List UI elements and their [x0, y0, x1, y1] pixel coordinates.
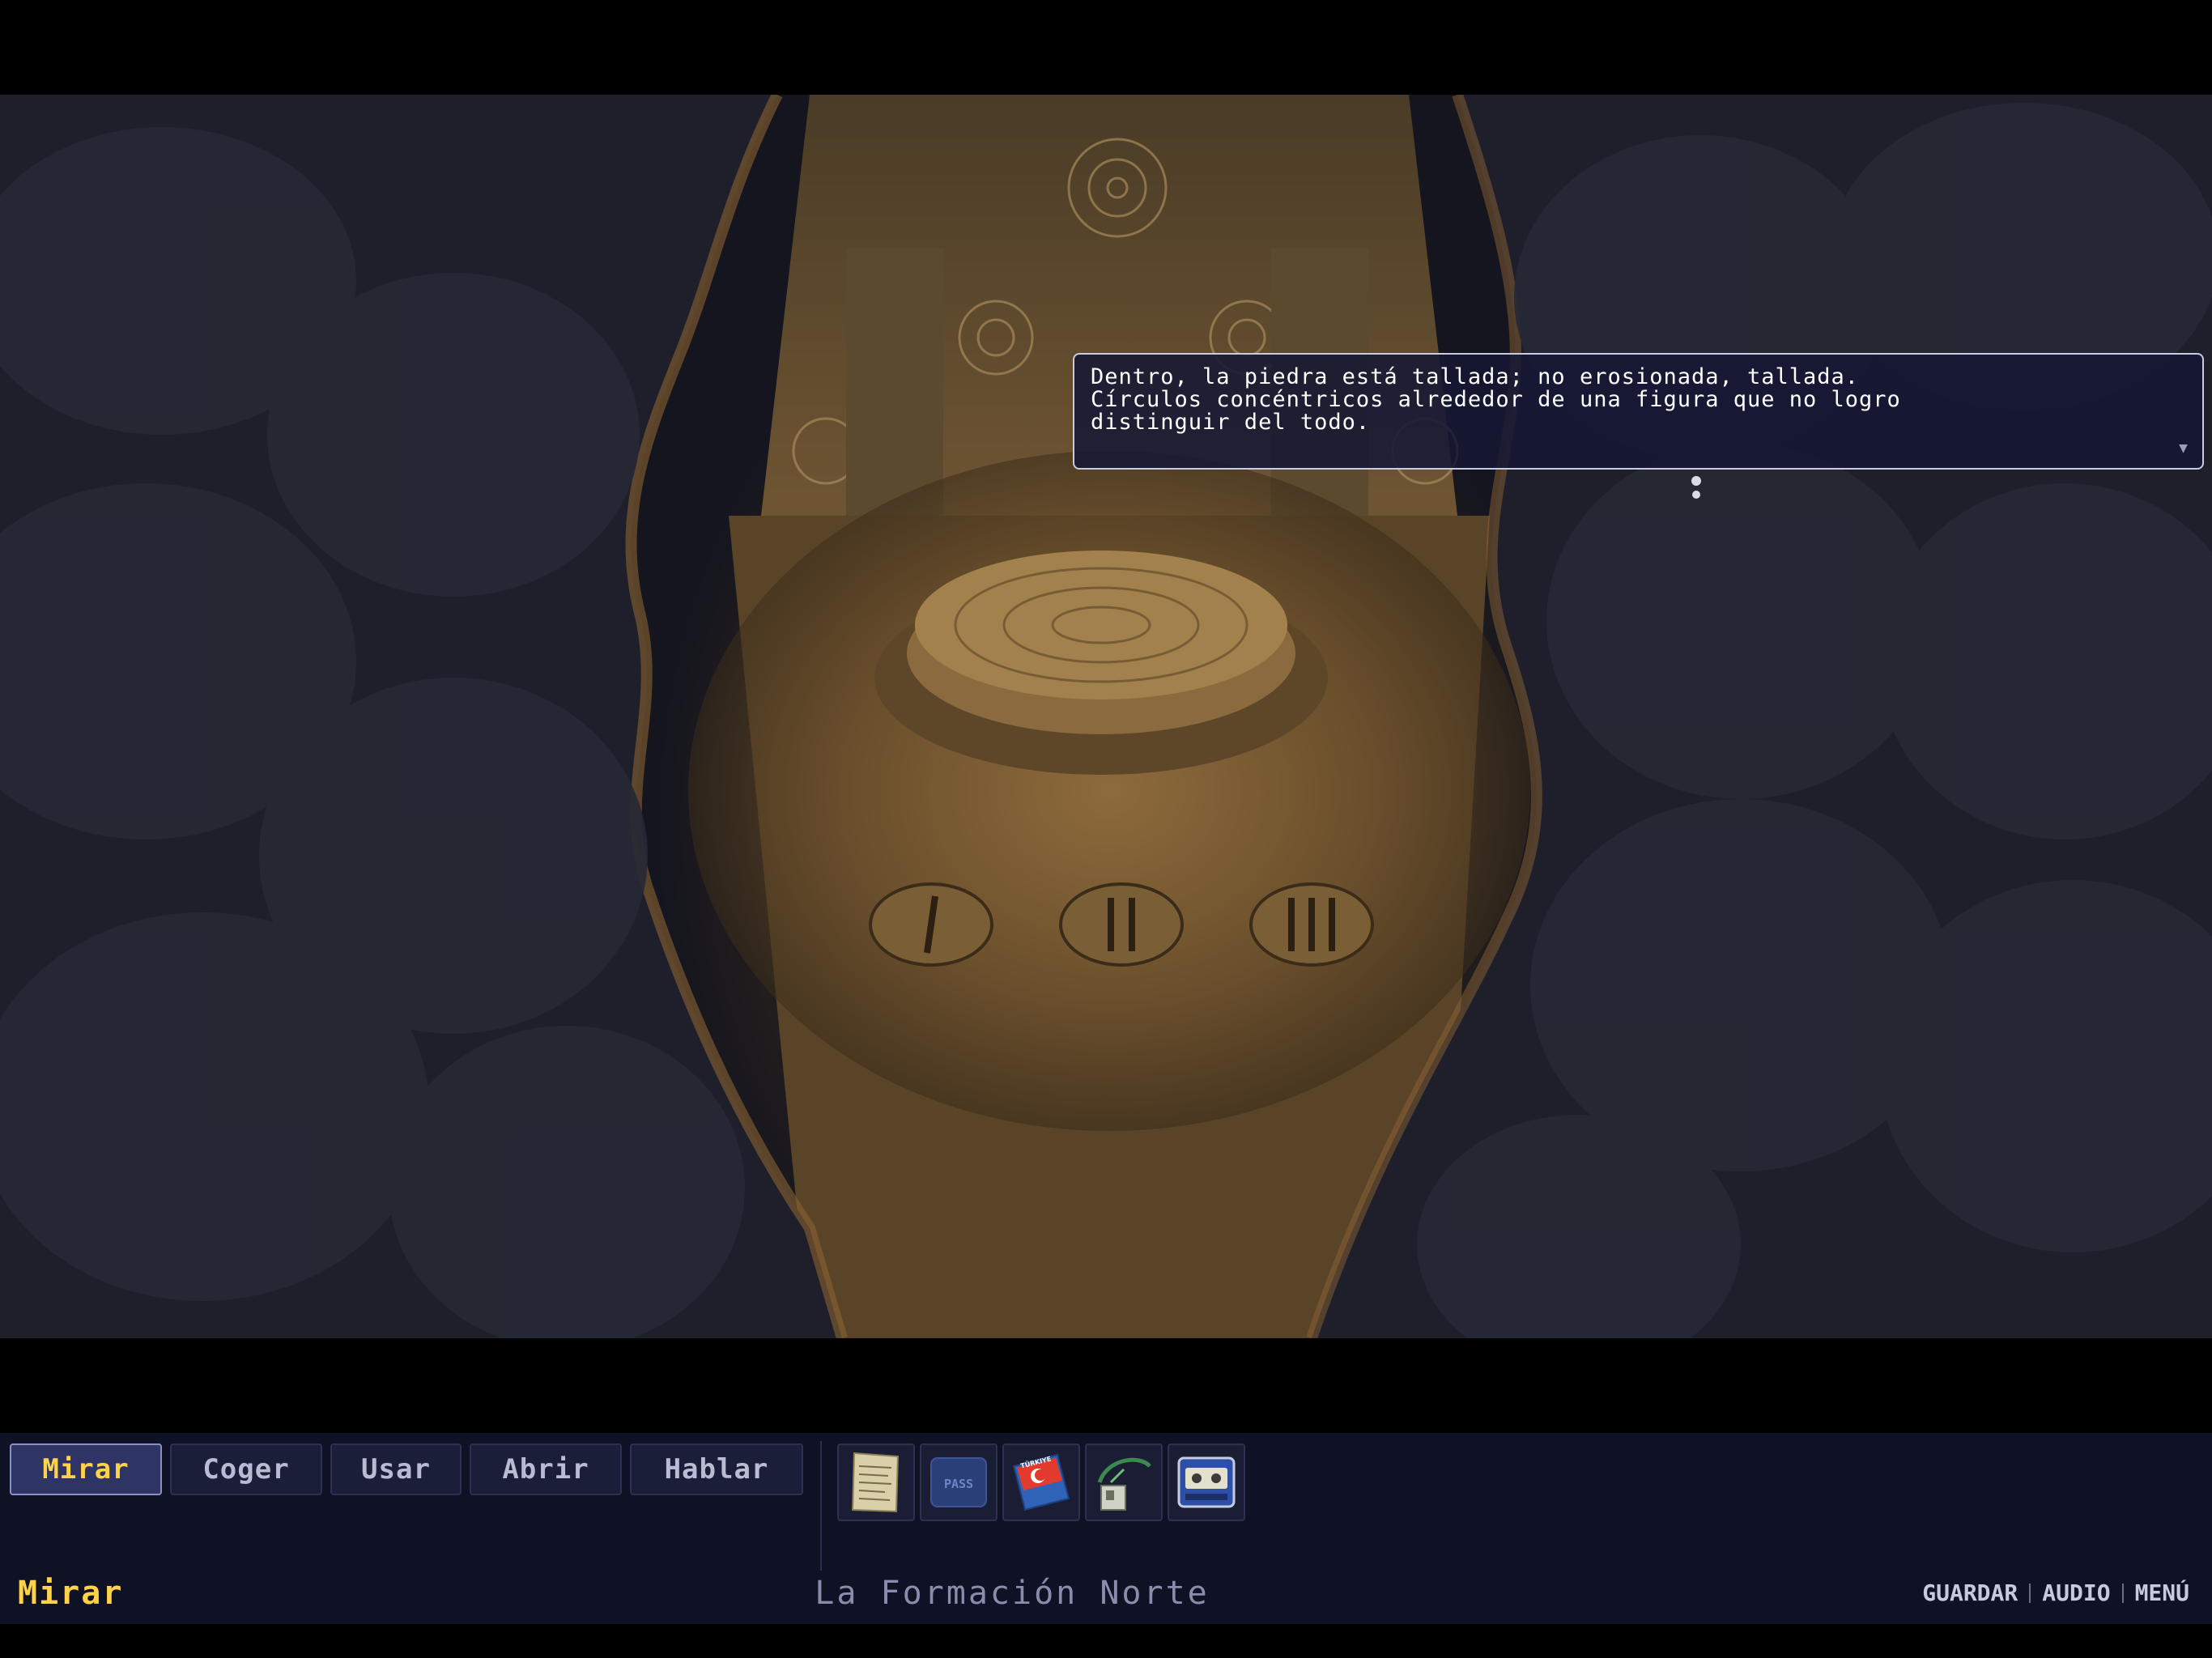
dialog-tail [1691, 476, 1701, 504]
save-button[interactable]: GUARDAR [1922, 1579, 2018, 1606]
verb-button-usar[interactable]: Usar [330, 1443, 462, 1495]
action-panel: Mirar Coger Usar Abrir Hablar PASS TÜRKI… [0, 1433, 2212, 1624]
turkey-book-icon: TÜRKIYE [1012, 1453, 1070, 1511]
panel-divider [820, 1441, 822, 1571]
verb-button-mirar[interactable]: Mirar [10, 1443, 162, 1495]
pass-card-icon: PASS [930, 1457, 987, 1507]
inventory-slot-pass[interactable]: PASS [920, 1443, 998, 1521]
inventory-slot-note[interactable] [837, 1443, 915, 1521]
dialog-tail-dot [1692, 491, 1700, 499]
cassette-player-icon [1177, 1456, 1236, 1508]
inventory-slot-lanyard[interactable] [1085, 1443, 1163, 1521]
verb-button-coger[interactable]: Coger [170, 1443, 322, 1495]
lanyard-badge-icon [1097, 1457, 1151, 1511]
audio-button[interactable]: AUDIO [2042, 1579, 2110, 1606]
cave-scene-art [0, 95, 2212, 1338]
dialog-tail-dot [1691, 476, 1701, 486]
inventory-slot-cassette[interactable] [1168, 1443, 1245, 1521]
game-scene[interactable] [0, 95, 2212, 1338]
menu-button[interactable]: MENÚ [2135, 1579, 2189, 1606]
menu-separator [2029, 1583, 2031, 1603]
circular-dais[interactable] [915, 551, 1287, 699]
svg-text:PASS: PASS [944, 1477, 973, 1491]
inventory-slot-book[interactable]: TÜRKIYE [1002, 1443, 1080, 1521]
dialog-box[interactable]: Dentro, la piedra está tallada; no erosi… [1073, 353, 2204, 470]
dialog-text: Dentro, la piedra está tallada; no erosi… [1091, 364, 1901, 435]
note-paper-icon [851, 1452, 900, 1513]
continue-arrow-icon[interactable]: ▼ [2179, 440, 2188, 457]
system-menu: GUARDAR AUDIO MENÚ [1922, 1579, 2189, 1606]
floor-plates[interactable] [869, 882, 1374, 967]
verb-button-abrir[interactable]: Abrir [470, 1443, 622, 1495]
location-title: La Formación Norte [815, 1575, 1210, 1612]
menu-separator [2121, 1583, 2124, 1603]
verb-button-hablar[interactable]: Hablar [630, 1443, 803, 1495]
